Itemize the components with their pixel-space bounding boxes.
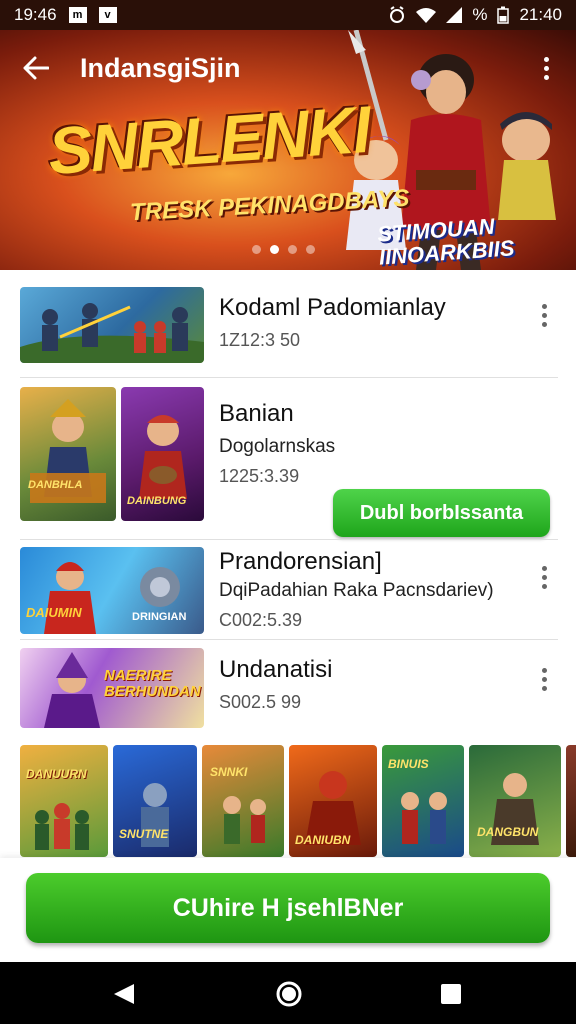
strip-tile[interactable]: SNNKI	[202, 745, 284, 857]
item-meta: S002.5 99	[219, 692, 302, 712]
wifi-icon	[416, 8, 437, 23]
strip-tile[interactable]: DANGBUN	[469, 745, 561, 857]
primary-cta-button[interactable]: CUhire H jsehlBNer	[26, 873, 550, 943]
item-more-icon[interactable]	[534, 562, 554, 592]
thumb-label: NAERIRE BERHUNDAN	[104, 667, 201, 700]
status-time-right: 21:40	[519, 5, 562, 24]
list-item[interactable]: NAERIRE BERHUNDAN Undanatisi S002.5 99	[0, 640, 576, 735]
strip-tile[interactable]: SNUTNE	[113, 745, 197, 857]
tile-label: DANIUBN	[295, 833, 351, 847]
item-thumbnail: DAINBUNG	[121, 387, 204, 521]
nav-recents-icon[interactable]	[440, 983, 462, 1005]
alarm-icon	[390, 6, 405, 23]
battery-icon	[497, 6, 510, 24]
cta-area: CUhire H jsehlBNer	[0, 858, 576, 962]
item-title: Prandorensian]	[219, 548, 382, 575]
strip-tile[interactable]: BINUIS	[382, 745, 464, 857]
strip-tile[interactable]	[566, 745, 576, 857]
thumb-label: DANBHLA	[28, 479, 83, 491]
item-more-icon[interactable]	[534, 300, 554, 330]
tile-label: DANUURN	[26, 767, 87, 781]
status-bar: 19:46 m v % 21:40	[0, 0, 576, 30]
carousel-dot[interactable]	[288, 245, 297, 254]
thumb-label: DRINGIAN	[132, 611, 187, 623]
tile-label: SNUTNE	[119, 827, 169, 841]
thumb-label: DAINBUNG	[127, 495, 187, 507]
strip-tile[interactable]: DANIUBN	[289, 745, 377, 857]
carousel-dot[interactable]	[252, 245, 261, 254]
item-thumbnail: DANBHLA	[20, 387, 116, 521]
page-title: IndansgiSjin	[80, 52, 241, 83]
tile-label: SNNKI	[210, 765, 248, 779]
nav-back-icon[interactable]	[112, 982, 136, 1006]
list-item[interactable]: DAIUMIN DRINGIAN Prandorensian] DqiPadah…	[0, 540, 576, 640]
install-button[interactable]: Dubl borbIssanta	[333, 489, 550, 537]
hero-badge-logo: STIMOUAN IINOARKBIIS	[376, 213, 515, 270]
game-strip[interactable]: DANUURN SNUTNE SNNKI DANIUBN BINUIS DANG…	[0, 745, 576, 857]
system-nav-bar	[0, 962, 576, 1024]
item-thumbnail: NAERIRE BERHUNDAN	[20, 648, 204, 728]
item-subtitle: DqiPadahian Raka Pacnsdariev)	[219, 580, 494, 601]
tile-label: DANGBUN	[477, 825, 539, 839]
item-meta: 1225:3.39	[219, 466, 300, 486]
battery-percent: %	[472, 5, 488, 24]
more-vert-icon[interactable]	[534, 48, 558, 88]
strip-tile[interactable]: DANUURN	[20, 745, 108, 857]
item-meta: C002:5.39	[219, 610, 303, 630]
hero-banner[interactable]: IndansgiSjin SNRLENKI TRESK PEKINAGDBAYS…	[0, 30, 576, 270]
carousel-indicator	[252, 245, 315, 254]
item-thumbnail	[20, 287, 204, 363]
item-more-icon[interactable]	[534, 664, 554, 694]
thumb-label: DAIUMIN	[26, 605, 82, 620]
status-time: 19:46	[14, 5, 57, 24]
tile-label: BINUIS	[388, 757, 429, 771]
item-title: Kodaml Padomianlay	[219, 294, 446, 321]
nav-home-icon[interactable]	[275, 980, 303, 1008]
carousel-dot[interactable]	[306, 245, 315, 254]
signal-icon	[446, 7, 463, 23]
item-meta: 1Z12:3 50	[219, 330, 301, 350]
notification-icon-2: v	[98, 7, 117, 23]
list-item[interactable]: Kodaml Padomianlay 1Z12:3 50	[0, 270, 576, 378]
item-title: Banian	[219, 400, 294, 427]
arrow-left-icon	[23, 56, 49, 80]
list-item[interactable]: DANBHLA DAINBUNG Banian Dogolarnskas 122…	[0, 378, 576, 540]
carousel-dot-active[interactable]	[270, 245, 279, 254]
item-thumbnail: DAIUMIN DRINGIAN	[20, 547, 204, 634]
item-title: Undanatisi	[219, 656, 333, 683]
notification-icon: m	[68, 7, 87, 23]
item-subtitle: Dogolarnskas	[219, 436, 336, 457]
back-button[interactable]	[12, 44, 60, 92]
